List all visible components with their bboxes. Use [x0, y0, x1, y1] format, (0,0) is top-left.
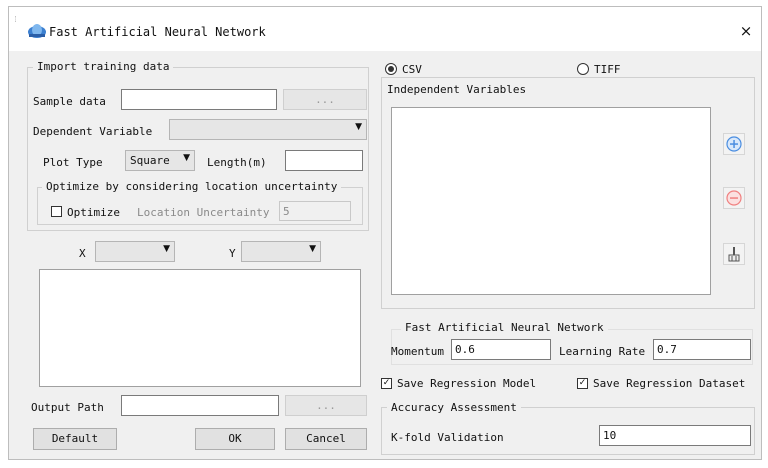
optimize-label: Optimize — [67, 206, 120, 219]
kfold-label: K-fold Validation — [391, 431, 504, 444]
y-select[interactable]: ▼ — [241, 241, 321, 262]
coordinate-list[interactable] — [39, 269, 361, 387]
plot-type-select[interactable]: Square ▼ — [125, 150, 195, 171]
default-button[interactable]: Default — [33, 428, 117, 450]
import-group-title: Import training data — [33, 60, 174, 73]
remove-button[interactable] — [723, 187, 745, 209]
csv-label: CSV — [402, 63, 422, 76]
y-label: Y — [229, 247, 236, 260]
cancel-button[interactable]: Cancel — [285, 428, 367, 450]
dialog-window: ⁞ Fast Artificial Neural Network × Impor… — [8, 6, 762, 460]
add-icon — [726, 136, 742, 152]
accuracy-group-title: Accuracy Assessment — [387, 401, 521, 414]
tiff-label: TIFF — [594, 63, 621, 76]
length-label: Length(m) — [207, 156, 267, 169]
title-bar: ⁞ Fast Artificial Neural Network × — [9, 7, 761, 51]
clear-brush-icon — [728, 247, 740, 262]
sample-data-input[interactable] — [121, 89, 277, 110]
independent-variables-list[interactable] — [391, 107, 711, 295]
drag-grip-icon[interactable]: ⁞ — [13, 15, 19, 25]
chevron-down-icon: ▼ — [163, 244, 170, 254]
location-uncertainty-label: Location Uncertainty — [137, 206, 270, 219]
location-uncertainty-input[interactable]: 5 — [279, 201, 351, 221]
remove-icon — [726, 190, 742, 206]
plot-type-label: Plot Type — [43, 156, 103, 169]
momentum-label: Momentum — [391, 345, 444, 358]
close-icon[interactable]: × — [736, 21, 756, 41]
x-select[interactable]: ▼ — [95, 241, 175, 262]
csv-radio[interactable] — [385, 63, 397, 75]
app-logo-icon — [27, 20, 47, 40]
x-label: X — [79, 247, 86, 260]
ok-button[interactable]: OK — [195, 428, 275, 450]
tiff-radio[interactable] — [577, 63, 589, 75]
save-dataset-checkbox[interactable]: ✓ — [577, 378, 588, 389]
kfold-input[interactable]: 10 — [599, 425, 751, 446]
length-input[interactable] — [285, 150, 363, 171]
chevron-down-icon: ▼ — [309, 244, 316, 254]
momentum-input[interactable]: 0.6 — [451, 339, 551, 360]
window-title: Fast Artificial Neural Network — [49, 25, 266, 39]
save-model-label: Save Regression Model — [397, 377, 537, 390]
fann-group-title: Fast Artificial Neural Network — [401, 321, 608, 334]
chevron-down-icon: ▼ — [355, 122, 362, 132]
clear-button[interactable] — [723, 243, 745, 265]
learning-rate-label: Learning Rate — [559, 345, 646, 358]
dependent-variable-select[interactable]: ▼ — [169, 119, 367, 140]
sample-data-label: Sample data — [33, 95, 106, 108]
sample-browse-button[interactable]: ... — [283, 89, 367, 110]
learning-rate-input[interactable]: 0.7 — [653, 339, 751, 360]
output-path-input[interactable] — [121, 395, 279, 416]
output-path-label: Output Path — [31, 401, 104, 414]
optimize-checkbox[interactable] — [51, 206, 62, 217]
radio-selected-dot — [388, 66, 394, 72]
output-browse-button[interactable]: ... — [285, 395, 367, 416]
save-dataset-label: Save Regression Dataset — [593, 377, 746, 390]
independent-title: Independent Variables — [387, 83, 527, 96]
dependent-variable-label: Dependent Variable — [33, 125, 153, 138]
plot-type-value: Square — [130, 154, 170, 167]
chevron-down-icon: ▼ — [183, 153, 190, 163]
add-button[interactable] — [723, 133, 745, 155]
save-model-checkbox[interactable]: ✓ — [381, 378, 392, 389]
optimize-group-title: Optimize by considering location uncerta… — [42, 180, 342, 193]
